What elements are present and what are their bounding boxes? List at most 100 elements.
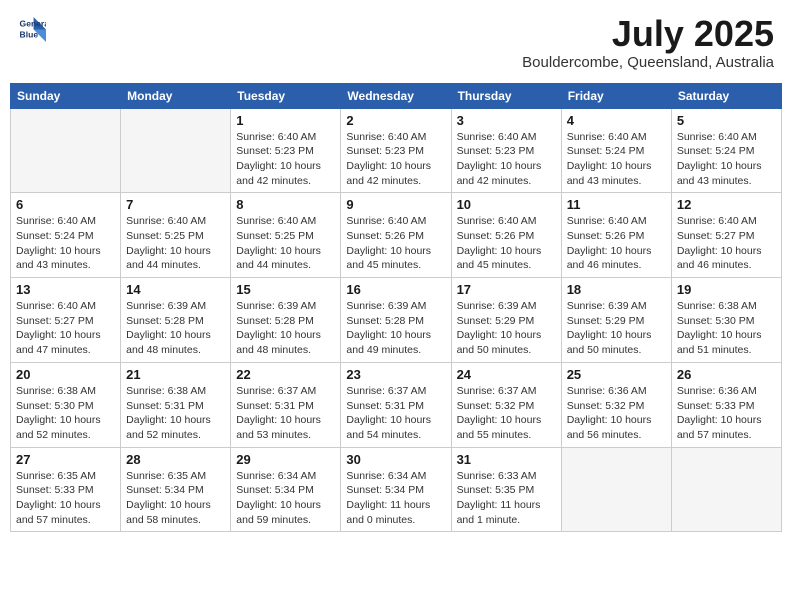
day-info: Sunrise: 6:38 AM Sunset: 5:30 PM Dayligh… (677, 299, 776, 358)
calendar-day-cell: 27Sunrise: 6:35 AM Sunset: 5:33 PM Dayli… (11, 447, 121, 532)
day-info: Sunrise: 6:34 AM Sunset: 5:34 PM Dayligh… (346, 469, 445, 528)
day-info: Sunrise: 6:37 AM Sunset: 5:31 PM Dayligh… (236, 384, 335, 443)
day-info: Sunrise: 6:37 AM Sunset: 5:31 PM Dayligh… (346, 384, 445, 443)
day-number: 8 (236, 197, 335, 212)
day-number: 24 (457, 367, 556, 382)
day-info: Sunrise: 6:39 AM Sunset: 5:28 PM Dayligh… (126, 299, 225, 358)
day-info: Sunrise: 6:35 AM Sunset: 5:33 PM Dayligh… (16, 469, 115, 528)
day-info: Sunrise: 6:40 AM Sunset: 5:25 PM Dayligh… (236, 214, 335, 273)
calendar-day-cell: 9 Sunrise: 6:40 AM Sunset: 5:26 PM Daylig… (341, 193, 451, 278)
day-number: 18 (567, 282, 666, 297)
day-number: 5 (677, 113, 776, 128)
day-info: Sunrise: 6:37 AM Sunset: 5:32 PM Dayligh… (457, 384, 556, 443)
day-info: Sunrise: 6:36 AM Sunset: 5:33 PM Dayligh… (677, 384, 776, 443)
calendar-day-cell: 17Sunrise: 6:39 AM Sunset: 5:29 PM Dayli… (451, 278, 561, 363)
calendar-day-cell: 7 Sunrise: 6:40 AM Sunset: 5:25 PM Daylig… (121, 193, 231, 278)
day-info: Sunrise: 6:40 AM Sunset: 5:26 PM Dayligh… (567, 214, 666, 273)
month-year-title: July 2025 (522, 14, 774, 54)
calendar-header-row: Sunday Monday Tuesday Wednesday Thursday… (11, 83, 782, 108)
calendar-day-cell: 19 Sunrise: 6:38 AM Sunset: 5:30 PM Dayli… (671, 278, 781, 363)
day-info: Sunrise: 6:40 AM Sunset: 5:24 PM Dayligh… (16, 214, 115, 273)
day-number: 10 (457, 197, 556, 212)
day-info: Sunrise: 6:40 AM Sunset: 5:25 PM Dayligh… (126, 214, 225, 273)
calendar-day-cell: 3 Sunrise: 6:40 AM Sunset: 5:23 PM Daylig… (451, 108, 561, 193)
day-number: 15 (236, 282, 335, 297)
calendar-day-cell: 5 Sunrise: 6:40 AM Sunset: 5:24 PM Daylig… (671, 108, 781, 193)
calendar-day-cell: 25Sunrise: 6:36 AM Sunset: 5:32 PM Dayli… (561, 362, 671, 447)
day-number: 31 (457, 452, 556, 467)
location-subtitle: Bouldercombe, Queensland, Australia (522, 54, 774, 71)
day-number: 9 (346, 197, 445, 212)
day-number: 1 (236, 113, 335, 128)
header-saturday: Saturday (671, 83, 781, 108)
day-number: 26 (677, 367, 776, 382)
calendar-week-row: 6 Sunrise: 6:40 AM Sunset: 5:24 PM Daylig… (11, 193, 782, 278)
day-number: 6 (16, 197, 115, 212)
day-info: Sunrise: 6:33 AM Sunset: 5:35 PM Dayligh… (457, 469, 556, 528)
calendar-day-cell (561, 447, 671, 532)
svg-text:Blue: Blue (20, 29, 39, 39)
logo: General Blue (18, 14, 48, 42)
calendar-day-cell: 21 Sunrise: 6:38 AM Sunset: 5:31 PM Dayli… (121, 362, 231, 447)
page-header: General Blue July 2025 Bouldercombe, Que… (10, 10, 782, 75)
calendar-day-cell (671, 447, 781, 532)
calendar-day-cell: 18 Sunrise: 6:39 AM Sunset: 5:29 PM Dayli… (561, 278, 671, 363)
calendar-day-cell: 28 Sunrise: 6:35 AM Sunset: 5:34 PM Dayli… (121, 447, 231, 532)
day-number: 21 (126, 367, 225, 382)
day-number: 19 (677, 282, 776, 297)
day-number: 7 (126, 197, 225, 212)
calendar-day-cell: 8 Sunrise: 6:40 AM Sunset: 5:25 PM Daylig… (231, 193, 341, 278)
calendar-day-cell (11, 108, 121, 193)
header-wednesday: Wednesday (341, 83, 451, 108)
calendar-day-cell: 12 Sunrise: 6:40 AM Sunset: 5:27 PM Dayli… (671, 193, 781, 278)
day-info: Sunrise: 6:40 AM Sunset: 5:27 PM Dayligh… (16, 299, 115, 358)
calendar-day-cell: 1Sunrise: 6:40 AM Sunset: 5:23 PM Daylig… (231, 108, 341, 193)
header-tuesday: Tuesday (231, 83, 341, 108)
title-block: July 2025 Bouldercombe, Queensland, Aust… (522, 14, 774, 71)
calendar-day-cell: 22Sunrise: 6:37 AM Sunset: 5:31 PM Dayli… (231, 362, 341, 447)
calendar-day-cell: 4Sunrise: 6:40 AM Sunset: 5:24 PM Daylig… (561, 108, 671, 193)
calendar-week-row: 13 Sunrise: 6:40 AM Sunset: 5:27 PM Dayli… (11, 278, 782, 363)
day-info: Sunrise: 6:39 AM Sunset: 5:29 PM Dayligh… (567, 299, 666, 358)
calendar-table: Sunday Monday Tuesday Wednesday Thursday… (10, 83, 782, 533)
logo-icon: General Blue (18, 14, 46, 42)
day-info: Sunrise: 6:39 AM Sunset: 5:28 PM Dayligh… (236, 299, 335, 358)
header-sunday: Sunday (11, 83, 121, 108)
day-number: 11 (567, 197, 666, 212)
day-info: Sunrise: 6:40 AM Sunset: 5:23 PM Dayligh… (346, 130, 445, 189)
calendar-day-cell: 31 Sunrise: 6:33 AM Sunset: 5:35 PM Dayli… (451, 447, 561, 532)
calendar-day-cell: 14 Sunrise: 6:39 AM Sunset: 5:28 PM Dayli… (121, 278, 231, 363)
day-number: 12 (677, 197, 776, 212)
calendar-day-cell: 16Sunrise: 6:39 AM Sunset: 5:28 PM Dayli… (341, 278, 451, 363)
day-number: 16 (346, 282, 445, 297)
day-number: 13 (16, 282, 115, 297)
day-info: Sunrise: 6:40 AM Sunset: 5:23 PM Dayligh… (457, 130, 556, 189)
day-info: Sunrise: 6:38 AM Sunset: 5:31 PM Dayligh… (126, 384, 225, 443)
day-info: Sunrise: 6:40 AM Sunset: 5:26 PM Dayligh… (346, 214, 445, 273)
calendar-day-cell: 24 Sunrise: 6:37 AM Sunset: 5:32 PM Dayli… (451, 362, 561, 447)
day-info: Sunrise: 6:40 AM Sunset: 5:26 PM Dayligh… (457, 214, 556, 273)
day-number: 30 (346, 452, 445, 467)
calendar-week-row: 20 Sunrise: 6:38 AM Sunset: 5:30 PM Dayli… (11, 362, 782, 447)
day-info: Sunrise: 6:34 AM Sunset: 5:34 PM Dayligh… (236, 469, 335, 528)
calendar-day-cell: 30 Sunrise: 6:34 AM Sunset: 5:34 PM Dayli… (341, 447, 451, 532)
day-number: 14 (126, 282, 225, 297)
day-info: Sunrise: 6:40 AM Sunset: 5:24 PM Dayligh… (677, 130, 776, 189)
svg-text:General: General (20, 18, 46, 28)
calendar-day-cell: 11 Sunrise: 6:40 AM Sunset: 5:26 PM Dayli… (561, 193, 671, 278)
day-info: Sunrise: 6:40 AM Sunset: 5:27 PM Dayligh… (677, 214, 776, 273)
day-info: Sunrise: 6:38 AM Sunset: 5:30 PM Dayligh… (16, 384, 115, 443)
day-number: 3 (457, 113, 556, 128)
day-number: 20 (16, 367, 115, 382)
calendar-day-cell: 2Sunrise: 6:40 AM Sunset: 5:23 PM Daylig… (341, 108, 451, 193)
day-number: 29 (236, 452, 335, 467)
calendar-day-cell (121, 108, 231, 193)
day-info: Sunrise: 6:35 AM Sunset: 5:34 PM Dayligh… (126, 469, 225, 528)
day-number: 28 (126, 452, 225, 467)
day-number: 25 (567, 367, 666, 382)
calendar-day-cell: 15 Sunrise: 6:39 AM Sunset: 5:28 PM Dayli… (231, 278, 341, 363)
day-number: 23 (346, 367, 445, 382)
calendar-week-row: 1 Sunrise: 6:40 AM Sunset: 5:23 PM Daylig… (11, 108, 782, 193)
calendar-day-cell: 13 Sunrise: 6:40 AM Sunset: 5:27 PM Dayli… (11, 278, 121, 363)
header-friday: Friday (561, 83, 671, 108)
